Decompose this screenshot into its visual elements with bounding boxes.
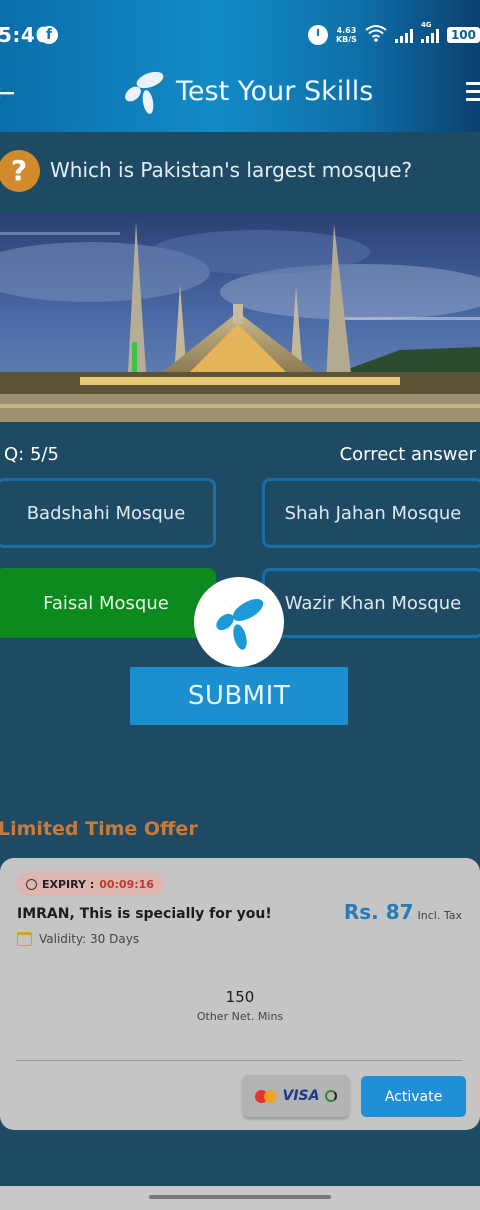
activate-button[interactable]: Activate — [361, 1076, 466, 1117]
arrow-left-icon[interactable]: ← — [0, 76, 15, 109]
network-speed: 4.63 KB/S — [336, 26, 357, 44]
clock-icon — [26, 878, 37, 890]
network-tag: 4G — [420, 21, 432, 29]
top-bar: 5:46 f 4.63 KB/S 4G 100 ← Test Your Skil… — [0, 0, 480, 132]
option-wazir-khan-mosque[interactable]: Wazir Khan Mosque — [262, 568, 480, 638]
question-counter: Q: 5/5 — [4, 444, 59, 465]
mastercard-icon — [254, 1089, 277, 1103]
offer-section-title: Limited Time Offer — [0, 818, 198, 840]
page-title: Test Your Skills — [176, 76, 374, 107]
price-amount: Rs. 87 — [343, 900, 414, 924]
app-screen: 5:46 f 4.63 KB/S 4G 100 ← Test Your Skil… — [0, 0, 480, 1210]
facebook-icon: f — [40, 26, 58, 44]
question-mark-icon: ? — [0, 150, 40, 192]
submit-button[interactable]: SUBMIT — [130, 667, 348, 725]
minutes-label: Other Net. Mins — [196, 1010, 284, 1023]
system-nav-bar — [0, 1186, 480, 1210]
brand-logo-icon — [120, 68, 168, 116]
offer-validity: Validity: 30 Days — [17, 932, 139, 946]
home-gesture-bar[interactable] — [149, 1195, 331, 1199]
option-shah-jahan-mosque[interactable]: Shah Jahan Mosque — [262, 478, 480, 548]
offer-card: EXPIRY : 00:09:16 IMRAN, This is special… — [0, 858, 480, 1130]
hamburger-menu-icon[interactable] — [466, 82, 480, 101]
expiry-timer: 00:09:16 — [99, 877, 154, 891]
answer-status: Correct answer — [339, 444, 476, 465]
option-badshahi-mosque[interactable]: Badshahi Mosque — [0, 478, 216, 548]
validity-text: Validity: 30 Days — [39, 932, 140, 946]
app-header: ← Test Your Skills — [0, 60, 480, 124]
expiry-label: EXPIRY : — [42, 877, 95, 891]
expiry-badge: EXPIRY : 00:09:16 — [16, 872, 164, 896]
option-faisal-mosque[interactable]: Faisal Mosque — [0, 568, 216, 638]
brand-badge-icon — [194, 577, 284, 667]
easypaisa-icon — [325, 1090, 338, 1102]
offer-price: Rs. 87 Incl. Tax — [344, 900, 462, 924]
wifi-icon — [365, 24, 387, 47]
mosque-photo — [0, 212, 480, 422]
signal-icon — [394, 27, 413, 43]
payment-methods-button[interactable]: VISA — [243, 1075, 349, 1117]
minutes-value: 150 — [225, 988, 255, 1006]
status-icons: 4.63 KB/S 4G 100 — [307, 21, 480, 48]
question-text: Which is Pakistan's largest mosque? — [50, 158, 413, 182]
price-note: Incl. Tax — [417, 909, 462, 922]
calendar-icon — [17, 932, 32, 946]
card-divider — [16, 1060, 462, 1061]
offer-greeting: IMRAN, This is specially for you! — [17, 906, 272, 922]
battery-icon: 100 — [446, 27, 480, 43]
speed-value: 4.63 — [336, 26, 357, 35]
alarm-icon — [307, 25, 328, 45]
visa-icon: VISA — [282, 1088, 320, 1104]
offer-minutes: 150 Other Net. Mins — [0, 988, 480, 1023]
signal-4g-icon: 4G — [420, 21, 439, 43]
speed-unit: KB/S — [335, 35, 357, 44]
